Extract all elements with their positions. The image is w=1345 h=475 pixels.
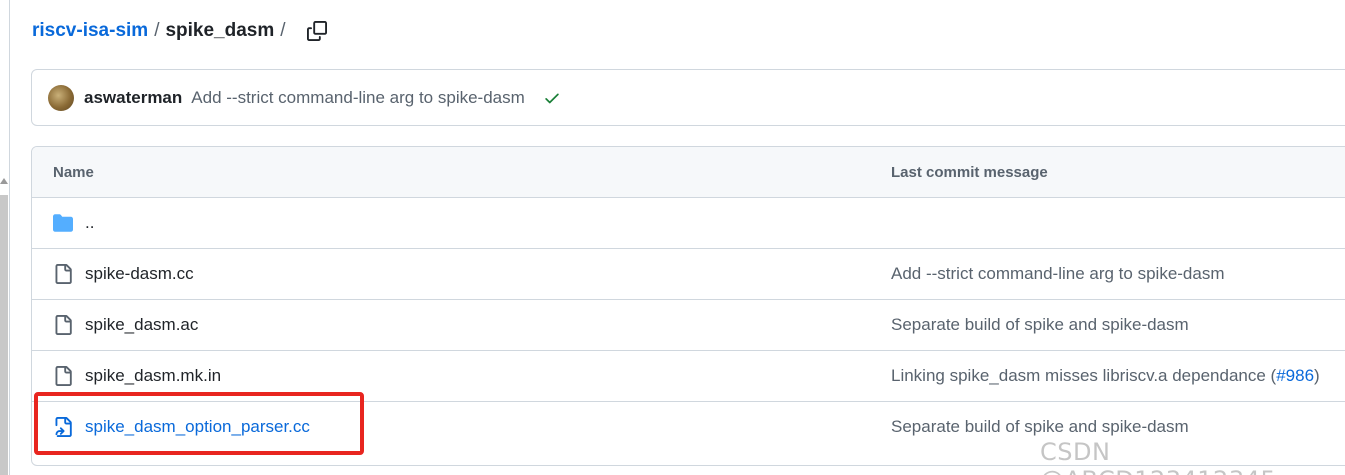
table-row[interactable]: spike_dasm.mk.in Linking spike_dasm miss…	[32, 351, 1345, 402]
breadcrumb-separator: /	[154, 20, 160, 41]
file-symlink-icon	[55, 417, 72, 437]
file-commit-message[interactable]: Separate build of spike and spike-dasm	[891, 315, 1189, 335]
breadcrumb-repo-link[interactable]: riscv-isa-sim	[32, 20, 148, 42]
commit-message-link[interactable]: Add --strict command-line arg to spike-d…	[191, 88, 525, 108]
scroll-up-arrow-icon[interactable]	[0, 178, 8, 184]
file-commit-message: Linking spike_dasm misses libriscv.a dep…	[891, 366, 1320, 386]
copy-icon	[306, 21, 327, 41]
table-row[interactable]: spike_dasm.ac Separate build of spike an…	[32, 300, 1345, 351]
column-header-name: Name	[53, 164, 94, 181]
column-header-last-commit: Last commit message	[891, 164, 1048, 181]
file-icon	[55, 264, 72, 284]
file-commit-message[interactable]: Separate build of spike and spike-dasm	[891, 417, 1189, 437]
file-name-link[interactable]: spike_dasm.mk.in	[85, 366, 221, 386]
left-scroll-rail[interactable]	[0, 0, 10, 475]
table-row-parent-directory[interactable]: ..	[32, 198, 1345, 249]
breadcrumb-current-directory: spike_dasm	[165, 20, 275, 41]
file-icon	[55, 315, 72, 335]
file-list-table: Name Last commit message .. spike-dasm.c…	[31, 146, 1345, 466]
check-icon[interactable]	[543, 89, 561, 107]
scrollbar-thumb[interactable]	[0, 195, 8, 475]
watermark: CSDN @ABCD123412345	[1040, 438, 1276, 475]
file-name-link[interactable]: spike-dasm.cc	[85, 264, 194, 284]
file-name-link[interactable]: spike_dasm_option_parser.cc	[85, 417, 310, 437]
pull-request-link[interactable]: #986	[1276, 366, 1314, 385]
avatar[interactable]	[48, 84, 74, 111]
file-name-link[interactable]: spike_dasm.ac	[85, 315, 198, 335]
file-icon	[55, 366, 72, 386]
copy-path-button[interactable]	[306, 20, 328, 42]
breadcrumb: riscv-isa-sim / spike_dasm /	[32, 18, 328, 44]
file-commit-message[interactable]: Add --strict command-line arg to spike-d…	[891, 264, 1225, 284]
commit-message-suffix: )	[1314, 366, 1320, 385]
folder-icon	[53, 214, 73, 232]
table-header: Name Last commit message	[32, 147, 1345, 198]
commit-author-link[interactable]: aswaterman	[84, 88, 182, 108]
commit-message-text-link[interactable]: Linking spike_dasm misses libriscv.a dep…	[891, 366, 1276, 385]
breadcrumb-trailing-separator: /	[280, 20, 286, 41]
table-row[interactable]: spike-dasm.cc Add --strict command-line …	[32, 249, 1345, 300]
latest-commit-bar: aswaterman Add --strict command-line arg…	[31, 69, 1345, 126]
file-name-link[interactable]: ..	[85, 213, 94, 233]
